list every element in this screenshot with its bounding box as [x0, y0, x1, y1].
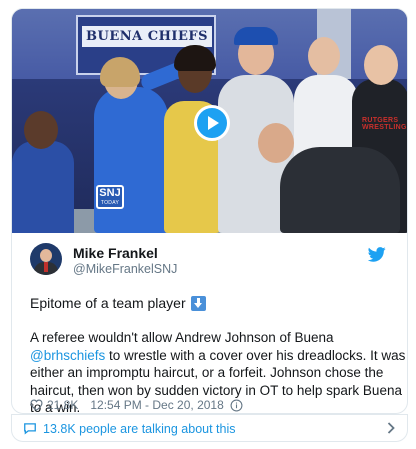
- tweet-headline-text: Epitome of a team player: [30, 295, 186, 311]
- tweet-card: BUENA CHIEFS RUTGERS WRESTLING SNJ TODAY…: [11, 8, 408, 414]
- mention-link[interactable]: @brhschiefs: [30, 348, 105, 363]
- author-handle[interactable]: @MikeFrankelSNJ: [73, 262, 177, 276]
- banner-text: BUENA CHIEFS: [82, 26, 212, 47]
- comment-icon: [24, 423, 36, 435]
- tweet-meta: 21.8K 12:54 PM - Dec 20, 2018: [30, 397, 243, 413]
- twitter-bird-icon[interactable]: [368, 247, 386, 262]
- tweet-text-before: A referee wouldn't allow Andrew Johnson …: [30, 330, 334, 345]
- jersey-text: RUTGERS WRESTLING: [362, 117, 407, 131]
- heart-icon[interactable]: [30, 399, 43, 411]
- play-icon: [208, 116, 219, 130]
- chevron-right-icon[interactable]: [387, 422, 395, 434]
- info-icon[interactable]: [230, 399, 243, 412]
- snj-logo: SNJ TODAY: [96, 185, 124, 209]
- tweet-author: Mike Frankel @MikeFrankelSNJ: [30, 243, 390, 279]
- video-player[interactable]: BUENA CHIEFS RUTGERS WRESTLING SNJ TODAY: [12, 9, 407, 233]
- snj-logo-main: SNJ: [99, 187, 121, 199]
- talking-about-link[interactable]: 13.8K people are talking about this: [12, 415, 409, 442]
- author-name[interactable]: Mike Frankel: [73, 245, 158, 261]
- like-count[interactable]: 21.8K: [47, 398, 78, 412]
- down-arrow-icon: [190, 295, 206, 311]
- timestamp[interactable]: 12:54 PM - Dec 20, 2018: [90, 398, 223, 412]
- avatar[interactable]: [30, 243, 62, 275]
- tweet-headline: Epitome of a team player: [30, 295, 206, 311]
- play-button[interactable]: [194, 105, 230, 141]
- snj-logo-sub: TODAY: [100, 200, 120, 206]
- talking-about-label[interactable]: 13.8K people are talking about this: [43, 422, 236, 436]
